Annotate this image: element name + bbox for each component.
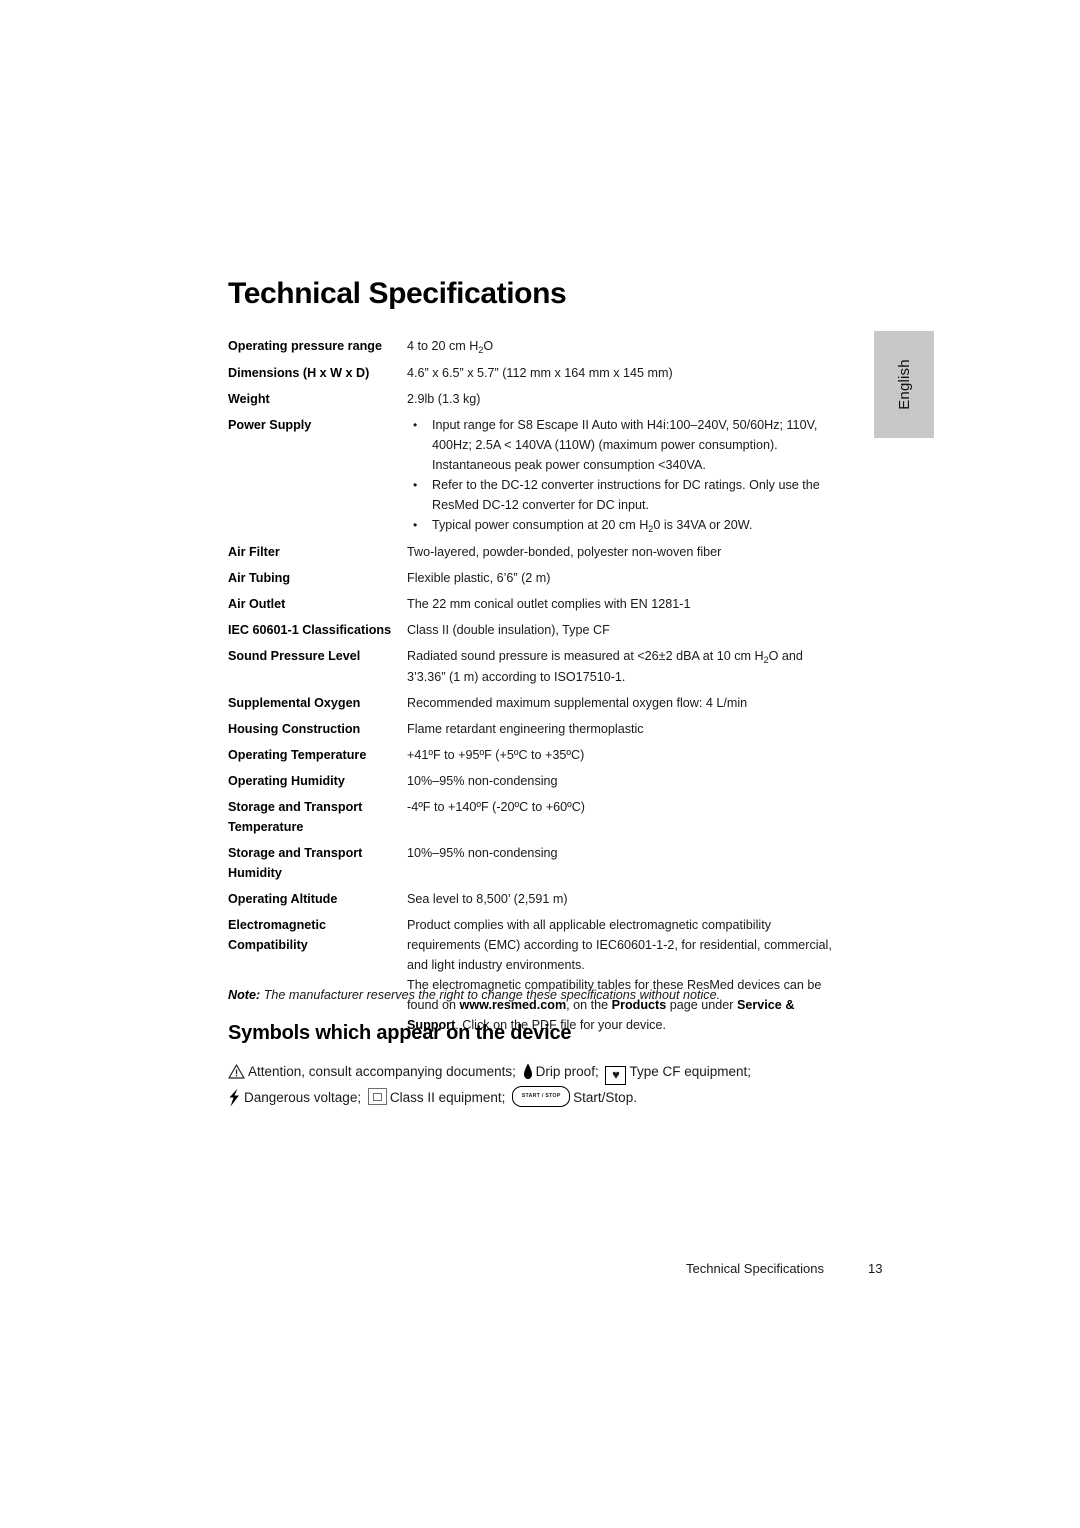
bullet-list: Input range for S8 Escape II Auto with H… — [407, 415, 840, 536]
table-row: Dimensions (H x W x D) 4.6” x 6.5” x 5.7… — [228, 363, 840, 383]
symbol-entry-type-cf: ♥ Type CF equipment; — [605, 1064, 752, 1085]
list-item: Refer to the DC-12 converter instruction… — [407, 475, 840, 515]
symbol-entry-drip-proof: Drip proof; — [523, 1063, 603, 1080]
spec-value: Product complies with all applicable ele… — [407, 915, 840, 1035]
language-tab-label: English — [895, 359, 913, 410]
note-keyword: Note: — [228, 988, 261, 1002]
spec-value: Recommended maximum supplemental oxygen … — [407, 696, 748, 710]
symbol-entry-class-ii: Class II equipment; — [367, 1088, 509, 1105]
spec-label: Power Supply — [228, 418, 312, 432]
page-footer: Technical Specifications 13 — [686, 1261, 883, 1276]
table-row: Storage and Transport Humidity 10%–95% n… — [228, 843, 840, 883]
spec-value: 10%–95% non-condensing — [407, 774, 558, 788]
spec-value: Input range for S8 Escape II Auto with H… — [407, 415, 840, 536]
emc-paragraph-1: Product complies with all applicable ele… — [407, 918, 832, 972]
symbol-label: Attention, consult accompanying document… — [248, 1064, 516, 1079]
spec-value: 4 to 20 cm H2O — [407, 336, 840, 357]
table-row: Housing Construction Flame retardant eng… — [228, 719, 840, 739]
footer-page-number: 13 — [868, 1261, 883, 1276]
footer-section-title: Technical Specifications — [686, 1261, 825, 1276]
spec-label: Air Outlet — [228, 597, 286, 611]
table-row-emc: Electromagnetic Compatibility Product co… — [228, 915, 840, 1035]
symbol-label: Start/Stop. — [573, 1090, 637, 1105]
symbol-label: Dangerous voltage; — [244, 1090, 362, 1105]
spec-value: 4.6” x 6.5” x 5.7” (112 mm x 164 mm x 14… — [407, 366, 673, 380]
spec-value: Flexible plastic, 6’6” (2 m) — [407, 571, 551, 585]
table-row: Operating Temperature +41ºF to +95ºF (+5… — [228, 745, 840, 765]
spec-label: Sound Pressure Level — [228, 649, 361, 663]
spec-value: 10%–95% non-condensing — [407, 846, 558, 860]
table-row: Operating pressure range 4 to 20 cm H2O — [228, 336, 840, 357]
table-row: Operating Altitude Sea level to 8,500’ (… — [228, 889, 840, 909]
table-row: Weight 2.9lb (1.3 kg) — [228, 389, 840, 409]
spec-label: Supplemental Oxygen — [228, 696, 361, 710]
subscript: 2 — [478, 345, 484, 355]
spec-label: Storage and Transport Humidity — [228, 846, 363, 880]
spec-value: Two-layered, powder-bonded, polyester no… — [407, 545, 722, 559]
spec-label: Electromagnetic Compatibility — [228, 918, 326, 952]
spec-value: The 22 mm conical outlet complies with E… — [407, 597, 691, 611]
subscript: 2 — [648, 524, 654, 534]
spec-value: -4ºF to +140ºF (-20ºC to +60ºC) — [407, 800, 585, 814]
spec-label: Air Tubing — [228, 571, 291, 585]
spec-label: Air Filter — [228, 545, 280, 559]
table-row: Air Outlet The 22 mm conical outlet comp… — [228, 594, 840, 614]
warning-triangle-icon — [228, 1062, 245, 1079]
table-row: Air Filter Two-layered, powder-bonded, p… — [228, 542, 840, 562]
page-title: Technical Specifications — [228, 277, 567, 310]
drip-proof-icon — [523, 1063, 533, 1080]
spec-label: IEC 60601-1 Classifications — [228, 623, 392, 637]
spec-label: Operating Temperature — [228, 748, 367, 762]
spec-label: Weight — [228, 392, 270, 406]
symbol-entry-start-stop: START / STOP Start/Stop. — [512, 1086, 637, 1107]
spec-value: Radiated sound pressure is measured at <… — [407, 649, 803, 684]
dangerous-voltage-icon — [228, 1088, 241, 1107]
table-row: Power Supply Input range for S8 Escape I… — [228, 415, 840, 536]
table-row: IEC 60601-1 Classifications Class II (do… — [228, 620, 840, 640]
spec-value: +41ºF to +95ºF (+5ºC to +35ºC) — [407, 748, 585, 762]
table-row: Sound Pressure Level Radiated sound pres… — [228, 646, 840, 687]
document-page: English Technical Specifications Operati… — [0, 0, 1080, 1528]
spec-label: Operating Altitude — [228, 892, 338, 906]
symbol-label: Drip proof; — [535, 1064, 599, 1079]
type-cf-heart-icon: ♥ — [605, 1066, 627, 1085]
spec-value: Class II (double insulation), Type CF — [407, 623, 610, 637]
spec-value: 2.9lb (1.3 kg) — [407, 392, 481, 406]
language-tab-english: English — [874, 331, 934, 438]
table-row: Operating Humidity 10%–95% non-condensin… — [228, 771, 840, 791]
spec-label: Operating pressure range — [228, 339, 382, 353]
symbol-entry-attention: Attention, consult accompanying document… — [228, 1064, 520, 1079]
spec-value-line: 4 to 20 cm H2O — [407, 339, 494, 355]
spec-label: Operating Humidity — [228, 774, 345, 788]
spec-label: Housing Construction — [228, 722, 361, 736]
symbols-section-title: Symbols which appear on the device — [228, 1022, 572, 1044]
table-row: Air Tubing Flexible plastic, 6’6” (2 m) — [228, 568, 840, 588]
symbol-entry-dangerous-voltage: Dangerous voltage; — [228, 1088, 365, 1107]
table-row: Storage and Transport Temperature -4ºF t… — [228, 797, 840, 837]
symbol-label: Class II equipment; — [389, 1090, 506, 1105]
symbols-list: Attention, consult accompanying document… — [228, 1059, 848, 1110]
list-item: Input range for S8 Escape II Auto with H… — [407, 415, 840, 475]
table-row: Supplemental Oxygen Recommended maximum … — [228, 693, 840, 713]
start-stop-button-icon: START / STOP — [512, 1086, 571, 1107]
list-item: Typical power consumption at 20 cm H20 i… — [407, 515, 840, 536]
spec-label: Dimensions (H x W x D) — [228, 366, 370, 380]
note-line: Note: The manufacturer reserves the righ… — [228, 986, 720, 1004]
note-text: The manufacturer reserves the right to c… — [263, 988, 721, 1002]
specifications-table: Operating pressure range 4 to 20 cm H2O … — [228, 336, 840, 1041]
symbol-label: Type CF equipment; — [629, 1064, 752, 1079]
spec-label: Storage and Transport Temperature — [228, 800, 363, 834]
class-ii-square-icon — [367, 1088, 387, 1105]
spec-value: Sea level to 8,500’ (2,591 m) — [407, 892, 568, 906]
spec-value: Flame retardant engineering thermoplasti… — [407, 722, 644, 736]
subscript: 2 — [763, 655, 769, 665]
